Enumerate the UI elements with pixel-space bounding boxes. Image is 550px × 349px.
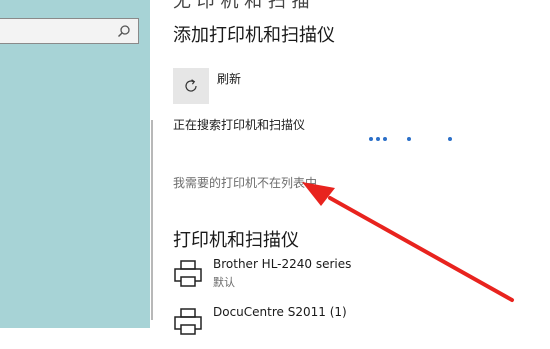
settings-content: 无 印 机 和 扫 描 添加打印机和扫描仪 刷新 正在搜索打印机和扫描仪 我需要… <box>155 0 550 335</box>
printers-section-title: 打印机和扫描仪 <box>173 230 299 251</box>
searching-progress-indicator <box>369 137 489 143</box>
refresh-icon <box>185 79 197 92</box>
searching-status-text: 正在搜索打印机和扫描仪 <box>173 118 306 132</box>
refresh-button[interactable] <box>173 68 209 104</box>
left-navigation-pane <box>0 0 150 328</box>
printer-list-item[interactable]: Brother HL-2240 series 默认 <box>173 257 533 301</box>
search-input[interactable] <box>0 18 139 44</box>
scrollbar[interactable] <box>151 120 153 320</box>
search-icon[interactable] <box>117 24 131 38</box>
printer-icon <box>174 260 202 287</box>
add-printers-section-title: 添加打印机和扫描仪 <box>173 25 335 46</box>
printer-name: Brother HL-2240 series <box>213 257 352 271</box>
page-title: 无 印 机 和 扫 描 <box>173 0 310 12</box>
refresh-label[interactable]: 刷新 <box>217 70 241 87</box>
printer-list-item[interactable]: DocuCentre S2011 (1) <box>173 305 533 349</box>
printer-name: DocuCentre S2011 (1) <box>213 305 347 319</box>
printer-icon <box>174 308 202 335</box>
printer-status: 默认 <box>213 276 235 289</box>
printer-not-listed-link[interactable]: 我需要的打印机不在列表中 <box>173 174 317 191</box>
